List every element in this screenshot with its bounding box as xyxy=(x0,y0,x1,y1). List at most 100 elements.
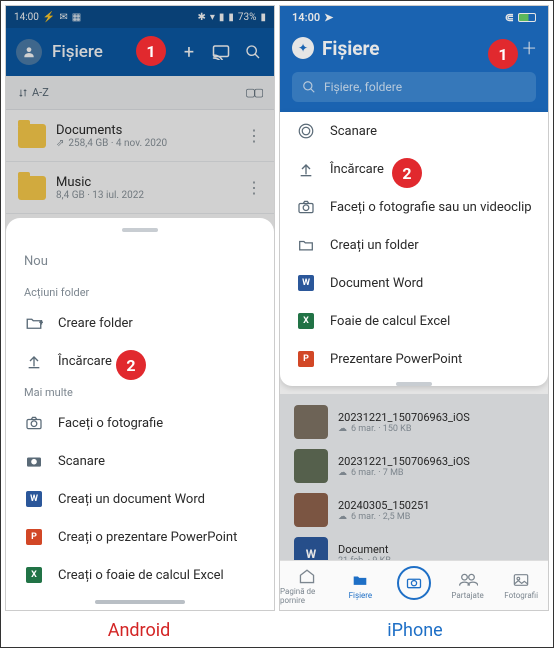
caption-iphone: iPhone xyxy=(277,615,553,647)
create-word-label: Document Word xyxy=(330,276,423,291)
file-thumbnail xyxy=(294,493,328,527)
iphone-tab-bar: Pagină de pornire Fișiere Partajate Foto… xyxy=(280,560,548,610)
people-icon xyxy=(458,571,478,589)
search-icon xyxy=(302,80,316,94)
file-meta: 258,4 GB · 4 nov. 2020 xyxy=(68,138,167,149)
file-name: Music xyxy=(56,175,236,190)
more-icon[interactable]: ⋮ xyxy=(246,178,262,197)
view-grid-icon[interactable]: ▢▢ xyxy=(245,86,262,99)
tab-photos[interactable]: Fotografii xyxy=(494,561,548,610)
tab-shared[interactable]: Partajate xyxy=(441,561,495,610)
cloud-icon: ☁ xyxy=(338,424,347,434)
cloud-icon: ☁ xyxy=(338,512,347,522)
excel-icon: X xyxy=(296,313,316,329)
create-excel-label: Creați o foaie de calcul Excel xyxy=(58,568,224,583)
sheet-title: Nou xyxy=(6,242,274,280)
add-button[interactable]: + xyxy=(522,34,536,62)
take-photo-label: Faceți o fotografie xyxy=(58,416,163,431)
scan-icon xyxy=(296,122,316,140)
create-ppt-button[interactable]: P Creați o prezentare PowerPoint xyxy=(6,518,274,556)
location-icon: ➤ xyxy=(324,11,333,24)
page-title: Fișiere xyxy=(322,37,514,60)
flash-icon: ⚡ xyxy=(43,12,55,23)
folder-icon xyxy=(296,238,316,252)
camera-icon xyxy=(296,200,316,214)
file-thumbnail xyxy=(294,449,328,483)
avatar[interactable] xyxy=(16,39,42,65)
image-icon xyxy=(513,571,529,589)
take-photo-label: Faceți o fotografie sau un videoclip xyxy=(330,200,532,215)
tab-shared-label: Partajate xyxy=(451,591,483,600)
create-ppt-button[interactable]: P Prezentare PowerPoint xyxy=(280,340,548,378)
upload-icon xyxy=(296,161,316,177)
create-word-button[interactable]: W Creați un document Word xyxy=(6,480,274,518)
tab-camera[interactable] xyxy=(387,561,441,610)
file-row[interactable]: 20231221_150706963_iOS ☁6 mar. · 7 MB xyxy=(280,444,548,488)
sheet-handle[interactable] xyxy=(396,382,432,386)
sort-button[interactable]: A-Z xyxy=(18,86,49,99)
file-row[interactable]: Music 8,4 GB · 13 iul. 2022 ⋮ xyxy=(6,162,274,214)
take-photo-button[interactable]: Faceți o fotografie xyxy=(6,404,274,442)
more-icon[interactable]: ⋮ xyxy=(246,126,262,145)
create-excel-button[interactable]: X Creați o foaie de calcul Excel xyxy=(6,556,274,594)
upload-icon xyxy=(24,353,44,369)
add-button[interactable]: + xyxy=(178,42,200,63)
tab-home-label: Pagină de pornire xyxy=(280,587,334,605)
file-name: Document xyxy=(338,543,534,556)
scan-button[interactable]: Scanare xyxy=(280,112,548,150)
status-time: 14:00 xyxy=(292,11,320,24)
tab-files[interactable]: Fișiere xyxy=(334,561,388,610)
take-photo-button[interactable]: Faceți o fotografie sau un videoclip xyxy=(280,188,548,226)
callout-badge-1: 1 xyxy=(136,36,166,66)
folder-plus-icon xyxy=(24,315,44,331)
powerpoint-icon: P xyxy=(24,529,44,545)
battery-icon xyxy=(518,13,536,22)
sheet-section-folder: Acțiuni folder xyxy=(6,280,274,304)
iphone-file-list: 20231221_150706963_iOS ☁6 mar. · 150 KB … xyxy=(280,394,548,584)
status-battery: 73% xyxy=(238,12,257,23)
tab-home[interactable]: Pagină de pornire xyxy=(280,561,334,610)
search-icon[interactable] xyxy=(242,44,264,60)
file-name: Documents xyxy=(56,123,236,138)
camera-icon xyxy=(24,416,44,430)
create-excel-button[interactable]: X Foaie de calcul Excel xyxy=(280,302,548,340)
file-row[interactable]: 20231221_150706963_iOS ☁6 mar. · 150 KB xyxy=(280,400,548,444)
folder-icon xyxy=(351,571,369,589)
excel-icon: X xyxy=(24,567,44,583)
premium-icon[interactable]: ✦ xyxy=(292,37,314,59)
search-placeholder: Fișiere, foldere xyxy=(324,80,402,94)
upload-label: Încărcare xyxy=(330,162,384,177)
create-word-label: Creați un document Word xyxy=(58,492,205,507)
cast-icon[interactable] xyxy=(210,44,232,60)
file-row[interactable]: Documents ⇗258,4 GB · 4 nov. 2020 ⋮ xyxy=(6,110,274,162)
file-row[interactable]: 20240305_150251 ☁6 mar. · 2,5 MB xyxy=(280,488,548,532)
file-name: 20231221_150706963_iOS xyxy=(338,411,534,424)
iphone-add-menu: Scanare Încărcare 2 Faceți o fotografie … xyxy=(280,112,548,386)
file-meta: 8,4 GB · 13 iul. 2022 xyxy=(56,190,236,201)
scan-button[interactable]: Scanare xyxy=(6,442,274,480)
search-input[interactable]: Fișiere, foldere xyxy=(292,72,536,102)
camera-icon xyxy=(397,566,431,600)
create-word-button[interactable]: W Document Word xyxy=(280,264,548,302)
home-icon xyxy=(298,567,316,585)
word-icon: W xyxy=(24,491,44,507)
iphone-screen: 14:00 ➤ ⋐ ✦ Fișiere + Fișiere, foldere xyxy=(279,5,549,611)
nav-handle xyxy=(95,600,185,604)
sheet-section-more: Mai multe xyxy=(6,380,274,404)
message-icon: ✉ xyxy=(59,12,67,23)
file-meta: 6 mar. · 2,5 MB xyxy=(351,512,410,522)
callout-badge-2: 2 xyxy=(392,158,422,188)
folder-icon xyxy=(18,176,46,200)
cloud-icon: ☁ xyxy=(338,468,347,478)
create-folder-label: Creare folder xyxy=(58,316,133,331)
create-folder-button[interactable]: Creare folder xyxy=(6,304,274,342)
file-meta: 6 mar. · 7 MB xyxy=(351,468,404,478)
sheet-handle[interactable] xyxy=(122,228,158,232)
caption-android: Android xyxy=(1,615,277,647)
create-folder-button[interactable]: Creați un folder xyxy=(280,226,548,264)
status-time: 14:00 xyxy=(14,12,39,23)
create-ppt-label: Prezentare PowerPoint xyxy=(330,352,462,367)
upload-label: Încărcare xyxy=(58,354,112,369)
create-folder-label: Creați un folder xyxy=(330,238,419,253)
wifi-icon: ▾ xyxy=(210,12,215,23)
